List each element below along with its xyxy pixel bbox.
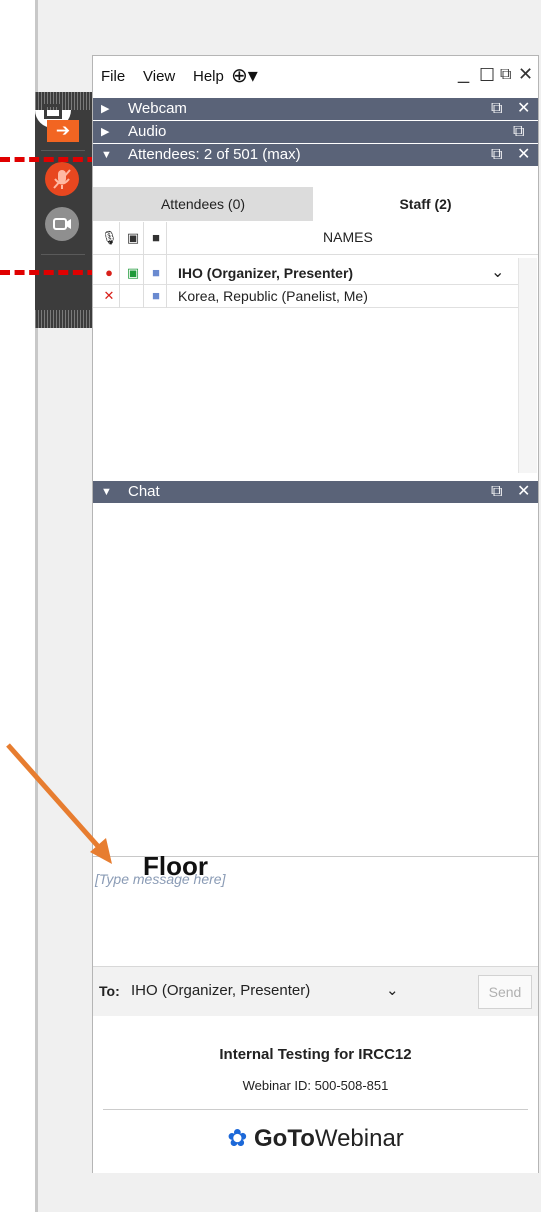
screen: ➔ File View Help ⊕▾ _ ☐ ⧉ ✕ ▶ Webcam ⧉ ✕… (0, 0, 541, 1212)
recipient-bar: To: IHO (Organizer, Presenter) ⌄ Send (93, 966, 538, 1018)
attendee-list-scrollbar[interactable] (518, 258, 537, 473)
popout-icon[interactable]: ⧉ (513, 121, 524, 143)
section-title: Chat (128, 483, 160, 500)
grid-line (119, 222, 120, 308)
close-icon[interactable]: ✕ (517, 98, 530, 120)
maximize-icon[interactable]: ☐ (479, 65, 495, 86)
attendees-section-header[interactable]: ▼ Attendees: 2 of 501 (max) ⧉ ✕ (93, 144, 538, 166)
grid-line (166, 222, 167, 308)
screen-presenter-icon: ▣ (126, 230, 140, 245)
expand-triangle-icon: ▶ (101, 103, 110, 115)
popout-icon[interactable]: ⧉ (491, 481, 502, 503)
brand-light: Webinar (314, 1125, 404, 1152)
camera-icon: ■ (152, 230, 160, 245)
popout-icon[interactable]: ⧉ (491, 98, 502, 120)
microphone-muted-icon: ✕ (103, 288, 115, 303)
chevron-down-icon: ⌄ (386, 982, 399, 999)
table-row[interactable]: ● ▣ ■ IHO (Organizer, Presenter) ⌄ (93, 262, 518, 285)
gotowebinar-flower-icon: ✿ (227, 1125, 248, 1152)
attendee-tabs: Attendees (0) Staff (2) (93, 187, 538, 221)
expand-button[interactable]: ➔ (47, 120, 79, 142)
expand-triangle-icon: ▶ (101, 126, 110, 138)
divider (103, 1109, 528, 1110)
gotowebinar-logo: ✿ GoToWebinar (93, 1124, 538, 1153)
menu-view[interactable]: View (143, 68, 175, 85)
collapse-triangle-icon: ▼ (101, 486, 112, 498)
section-title: Attendees: 2 of 501 (max) (128, 146, 301, 163)
microphone-icon: 🎙 (101, 230, 118, 245)
section-title: Webcam (128, 100, 187, 117)
grid-line (143, 222, 144, 308)
close-icon[interactable]: ✕ (517, 481, 530, 503)
floor-annotation-label: Floor (143, 851, 208, 881)
close-icon[interactable]: ✕ (518, 64, 533, 85)
menu-bar: File View Help ⊕▾ _ ☐ ⧉ ✕ (93, 56, 538, 96)
send-button[interactable]: Send (478, 975, 532, 1009)
microphone-icon: ● (105, 265, 113, 280)
table-row[interactable]: ✕ ■ Korea, Republic (Panelist, Me) (93, 285, 518, 308)
recipient-dropdown[interactable]: IHO (Organizer, Presenter) ⌄ (131, 975, 421, 1007)
webinar-id: Webinar ID: 500-508-851 (242, 1078, 389, 1093)
presenter-screen-icon: ▣ (126, 265, 140, 280)
popout-icon[interactable]: ⧉ (500, 66, 511, 84)
chat-section-header[interactable]: ▼ Chat ⧉ ✕ (93, 481, 538, 503)
close-icon[interactable]: ✕ (517, 144, 530, 166)
attendee-name: Korea, Republic (Panelist, Me) (178, 288, 368, 304)
grip-handle-bottom[interactable] (35, 310, 92, 328)
webinar-title: Internal Testing for IRCC12 (219, 1046, 412, 1063)
chevron-down-icon[interactable]: ⌄ (491, 262, 504, 284)
menu-file[interactable]: File (101, 68, 125, 85)
webinar-footer: Internal Testing for IRCC12 Webinar ID: … (93, 1016, 538, 1173)
camera-icon: ■ (152, 288, 160, 303)
popout-icon[interactable]: ⧉ (491, 144, 502, 166)
divider (41, 150, 85, 151)
minimize-icon[interactable]: _ (458, 62, 469, 85)
language-globe-icon[interactable]: ⊕▾ (231, 63, 258, 88)
names-header: NAMES (323, 229, 373, 245)
camera-icon: ■ (152, 265, 160, 280)
webcam-section-header[interactable]: ▶ Webcam ⧉ ✕ (93, 98, 538, 120)
to-label: To: (99, 983, 120, 999)
tab-attendees[interactable]: Attendees (0) (93, 187, 313, 221)
chat-log (93, 506, 538, 851)
recipient-value: IHO (Organizer, Presenter) (131, 982, 311, 999)
tab-staff[interactable]: Staff (2) (313, 187, 538, 221)
audio-section-header[interactable]: ▶ Audio ⧉ (93, 121, 538, 143)
brand-bold: GoTo (253, 1125, 315, 1152)
message-input[interactable]: [Type message here] Floor (93, 851, 538, 962)
attendee-name: IHO (Organizer, Presenter) (178, 265, 354, 281)
menu-help[interactable]: Help (193, 68, 224, 85)
control-panel: File View Help ⊕▾ _ ☐ ⧉ ✕ ▶ Webcam ⧉ ✕ ▶… (92, 55, 539, 1173)
table-header: 🎙 ▣ ■ NAMES (93, 222, 538, 255)
collapse-triangle-icon: ▼ (101, 149, 112, 161)
section-title: Audio (128, 123, 167, 140)
